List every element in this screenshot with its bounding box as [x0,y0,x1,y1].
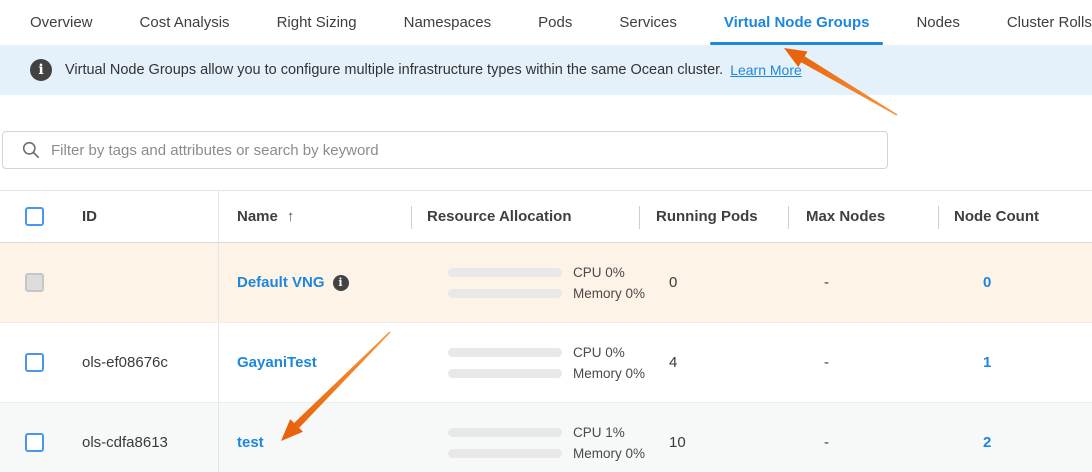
row-id-cell [58,243,219,322]
row-resource-cell: CPU 1% Memory 0% [411,403,645,472]
select-all-checkbox-cell [0,191,58,242]
column-header-resource-allocation[interactable]: Resource Allocation [411,191,639,242]
row-name-cell: GayaniTest [219,323,411,402]
table-row-default-vng: Default VNG CPU 0% Memory 0% 0 - [0,243,1092,323]
row-checkbox[interactable] [25,433,44,452]
column-header-name[interactable]: Name ↑ [219,191,411,242]
table-header-row: ID Name ↑ Resource Allocation Running Po… [0,190,1092,243]
name-link-gayanitest[interactable]: GayaniTest [237,354,317,371]
column-header-running-pods[interactable]: Running Pods [639,191,788,242]
row-checkbox[interactable] [25,353,44,372]
cpu-label: CPU 0% [573,345,625,360]
default-vng-info-icon[interactable] [333,275,349,291]
row-checkbox-cell [0,243,58,322]
tab-cluster-rolls[interactable]: Cluster Rolls [1007,0,1092,45]
row-checkbox-disabled [25,273,44,292]
virtual-node-groups-page: Overview Cost Analysis Right Sizing Name… [0,0,1092,472]
filter-search-box[interactable] [2,131,888,169]
banner-text: Virtual Node Groups allow you to configu… [65,62,723,78]
tab-namespaces[interactable]: Namespaces [404,0,492,45]
tab-cost-analysis[interactable]: Cost Analysis [140,0,230,45]
running-pods-value: 4 [645,323,794,402]
tab-services[interactable]: Services [619,0,677,45]
memory-label: Memory 0% [573,286,645,301]
column-header-node-count[interactable]: Node Count [938,191,1092,242]
row-resource-cell: CPU 0% Memory 0% [411,243,645,322]
max-nodes-value: - [794,323,944,402]
row-id-cell: ols-cdfa8613 [58,403,219,472]
row-name-cell: Default VNG [219,243,411,322]
tab-right-sizing[interactable]: Right Sizing [277,0,357,45]
table-row-test: ols-cdfa8613 test CPU 1% Memory 0% 10 - [0,403,1092,472]
row-resource-cell: CPU 0% Memory 0% [411,323,645,402]
node-count-link[interactable]: 2 [983,434,991,451]
row-id-cell: ols-ef08676c [58,323,219,402]
max-nodes-value: - [794,243,944,322]
tab-bar: Overview Cost Analysis Right Sizing Name… [0,0,1092,45]
search-icon [22,141,40,159]
name-link-default-vng[interactable]: Default VNG [237,274,325,291]
memory-progress-bar [448,369,562,378]
row-checkbox-cell [0,403,58,472]
info-icon [30,59,52,81]
tab-pods[interactable]: Pods [538,0,572,45]
node-count-link[interactable]: 0 [983,274,991,291]
column-header-max-nodes[interactable]: Max Nodes [788,191,938,242]
memory-label: Memory 0% [573,366,645,381]
memory-label: Memory 0% [573,446,645,461]
sort-asc-arrow-icon[interactable]: ↑ [287,208,295,225]
cpu-label: CPU 0% [573,265,625,280]
memory-progress-bar [448,289,562,298]
node-count-cell: 2 [944,403,1092,472]
row-checkbox-cell [0,323,58,402]
max-nodes-value: - [794,403,944,472]
vng-table: ID Name ↑ Resource Allocation Running Po… [0,190,1092,472]
cpu-progress-bar [448,268,562,277]
cpu-label: CPU 1% [573,425,625,440]
node-count-link[interactable]: 1 [983,354,991,371]
tab-nodes[interactable]: Nodes [916,0,959,45]
column-header-name-label: Name [237,208,278,225]
cpu-progress-bar [448,348,562,357]
table-row-gayanitest: ols-ef08676c GayaniTest CPU 0% Memory 0%… [0,323,1092,403]
cpu-progress-bar [448,428,562,437]
running-pods-value: 0 [645,243,794,322]
name-link-test[interactable]: test [237,434,264,451]
node-count-cell: 1 [944,323,1092,402]
row-name-cell: test [219,403,411,472]
select-all-checkbox[interactable] [25,207,44,226]
learn-more-link[interactable]: Learn More [730,62,802,78]
column-header-id[interactable]: ID [58,191,219,242]
tab-virtual-node-groups[interactable]: Virtual Node Groups [724,0,870,45]
memory-progress-bar [448,449,562,458]
tab-overview[interactable]: Overview [30,0,93,45]
running-pods-value: 10 [645,403,794,472]
search-input[interactable] [51,142,875,159]
node-count-cell: 0 [944,243,1092,322]
info-banner: Virtual Node Groups allow you to configu… [0,45,1092,95]
